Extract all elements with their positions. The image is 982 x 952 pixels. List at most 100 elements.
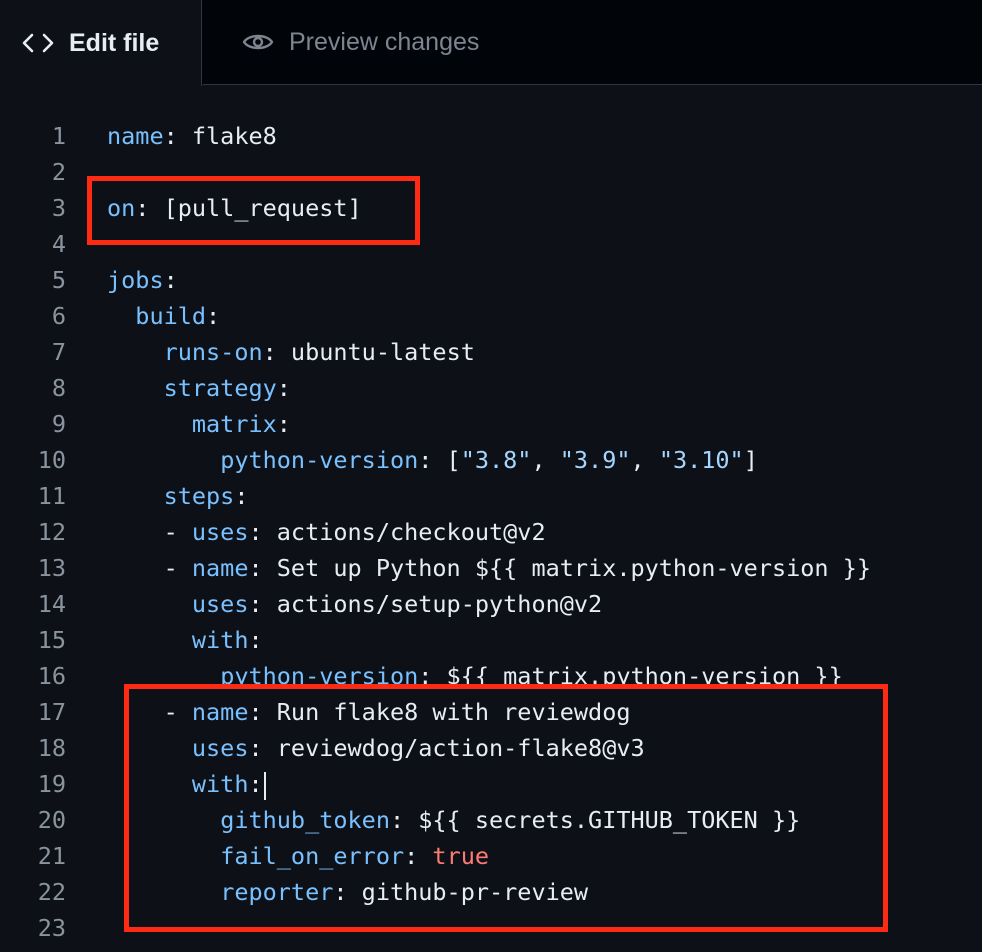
yaml-key: with — [191, 770, 249, 798]
code-editor[interactable]: 1 name: flake8 2 3 on: [pull_request] 4 5 jobs:… — [0, 118, 982, 946]
code-line[interactable]: 17 - name: Run flake8 with reviewdog — [0, 694, 982, 730]
yaml-key: fail_on_error — [220, 842, 405, 870]
line-number: 10 — [37, 446, 66, 474]
yaml-key: github_token — [220, 806, 390, 834]
code-text: uses: reviewdog/action-flake8@v3 — [107, 730, 645, 766]
code-text: - name: Set up Python ${{ matrix.python-… — [107, 550, 871, 586]
code-token: : ubuntu-latest — [262, 338, 475, 366]
line-number: 19 — [37, 770, 66, 798]
code-line[interactable]: 5 jobs: — [0, 262, 982, 298]
yaml-key: python-version — [220, 662, 419, 690]
line-number: 23 — [37, 914, 66, 942]
line-number: 1 — [51, 122, 66, 150]
line-number: 9 — [51, 410, 66, 438]
line-number: 13 — [37, 554, 66, 582]
yaml-key: name — [191, 698, 249, 726]
code-line[interactable]: 15 with: — [0, 622, 982, 658]
yaml-key: runs-on — [163, 338, 263, 366]
code-token: : Set up Python ${{ matrix.python-versio… — [248, 554, 872, 582]
code-line[interactable]: 11 steps: — [0, 478, 982, 514]
line-number: 17 — [37, 698, 66, 726]
code-text: python-version: ${{ matrix.python-versio… — [107, 658, 843, 694]
line-number: 20 — [37, 806, 66, 834]
code-text: build: — [107, 298, 220, 334]
code-token: , — [531, 446, 560, 474]
code-line[interactable]: 10 python-version: ["3.8", "3.9", "3.10"… — [0, 442, 982, 478]
code-text: - name: Run flake8 with reviewdog — [107, 694, 631, 730]
tab-edit-file[interactable]: Edit file — [0, 0, 202, 86]
code-token: : — [404, 842, 433, 870]
code-line[interactable]: 21 fail_on_error: true — [0, 838, 982, 874]
line-number: 18 — [37, 734, 66, 762]
line-number: 11 — [37, 482, 66, 510]
line-number: 22 — [37, 878, 66, 906]
code-line[interactable]: 20 github_token: ${{ secrets.GITHUB_TOKE… — [0, 802, 982, 838]
code-token: : ${{ matrix.python-version }} — [418, 662, 843, 690]
tab-preview-changes[interactable]: Preview changes — [203, 0, 479, 84]
code-line[interactable]: 8 strategy: — [0, 370, 982, 406]
code-line[interactable]: 18 uses: reviewdog/action-flake8@v3 — [0, 730, 982, 766]
code-token: : — [276, 374, 291, 402]
code-text: with: — [107, 766, 266, 802]
code-line[interactable]: 13 - name: Set up Python ${{ matrix.pyth… — [0, 550, 982, 586]
code-text: reporter: github-pr-review — [107, 874, 588, 910]
code-text: strategy: — [107, 370, 291, 406]
code-text: steps: — [107, 478, 249, 514]
editor-tab-bar: Edit file Preview changes — [0, 0, 982, 86]
code-line[interactable]: 12 - uses: actions/checkout@v2 — [0, 514, 982, 550]
code-line[interactable]: 16 python-version: ${{ matrix.python-ver… — [0, 658, 982, 694]
code-token: : — [234, 482, 249, 510]
code-token: : ${{ secrets.GITHUB_TOKEN }} — [389, 806, 801, 834]
code-line[interactable]: 4 — [0, 226, 982, 262]
code-line[interactable]: 19 with: — [0, 766, 982, 802]
code-token: : flake8 — [163, 122, 277, 150]
yaml-key: python-version — [220, 446, 419, 474]
code-token: : — [248, 770, 263, 798]
code-token: : github-pr-review — [333, 878, 589, 906]
yaml-key: uses — [191, 734, 249, 762]
code-line[interactable]: 9 matrix: — [0, 406, 982, 442]
yaml-value: true — [432, 842, 490, 870]
code-token: : [pull_request] — [135, 194, 362, 222]
code-token: : — [206, 302, 221, 330]
yaml-value: "3.9" — [559, 446, 631, 474]
code-line[interactable]: 6 build: — [0, 298, 982, 334]
yaml-key: uses — [191, 590, 249, 618]
yaml-key: build — [135, 302, 207, 330]
code-token: : actions/setup-python@v2 — [248, 590, 603, 618]
line-number: 16 — [37, 662, 66, 690]
code-line[interactable]: 23 — [0, 910, 982, 946]
code-text: on: [pull_request] — [107, 190, 362, 226]
code-token: ] — [743, 446, 758, 474]
yaml-key: with — [191, 626, 249, 654]
code-line[interactable]: 22 reporter: github-pr-review — [0, 874, 982, 910]
tab-preview-changes-label: Preview changes — [289, 27, 480, 56]
code-line[interactable]: 14 uses: actions/setup-python@v2 — [0, 586, 982, 622]
code-text: name: flake8 — [107, 118, 277, 154]
code-line[interactable]: 3 on: [pull_request] — [0, 190, 982, 226]
line-number: 14 — [37, 590, 66, 618]
line-number: 6 — [51, 302, 66, 330]
code-text: python-version: ["3.8", "3.9", "3.10"] — [107, 442, 758, 478]
code-text: with: — [107, 622, 263, 658]
code-token: - — [107, 698, 192, 726]
line-number: 3 — [51, 194, 66, 222]
code-text: - uses: actions/checkout@v2 — [107, 514, 546, 550]
yaml-key: matrix — [191, 410, 277, 438]
code-line[interactable]: 1 name: flake8 — [0, 118, 982, 154]
code-line[interactable]: 7 runs-on: ubuntu-latest — [0, 334, 982, 370]
code-line[interactable]: 2 — [0, 154, 982, 190]
yaml-key: uses — [191, 518, 249, 546]
code-token: : — [163, 266, 178, 294]
tab-edit-file-label: Edit file — [69, 28, 160, 57]
code-token: : — [276, 410, 291, 438]
yaml-key: strategy — [163, 374, 277, 402]
